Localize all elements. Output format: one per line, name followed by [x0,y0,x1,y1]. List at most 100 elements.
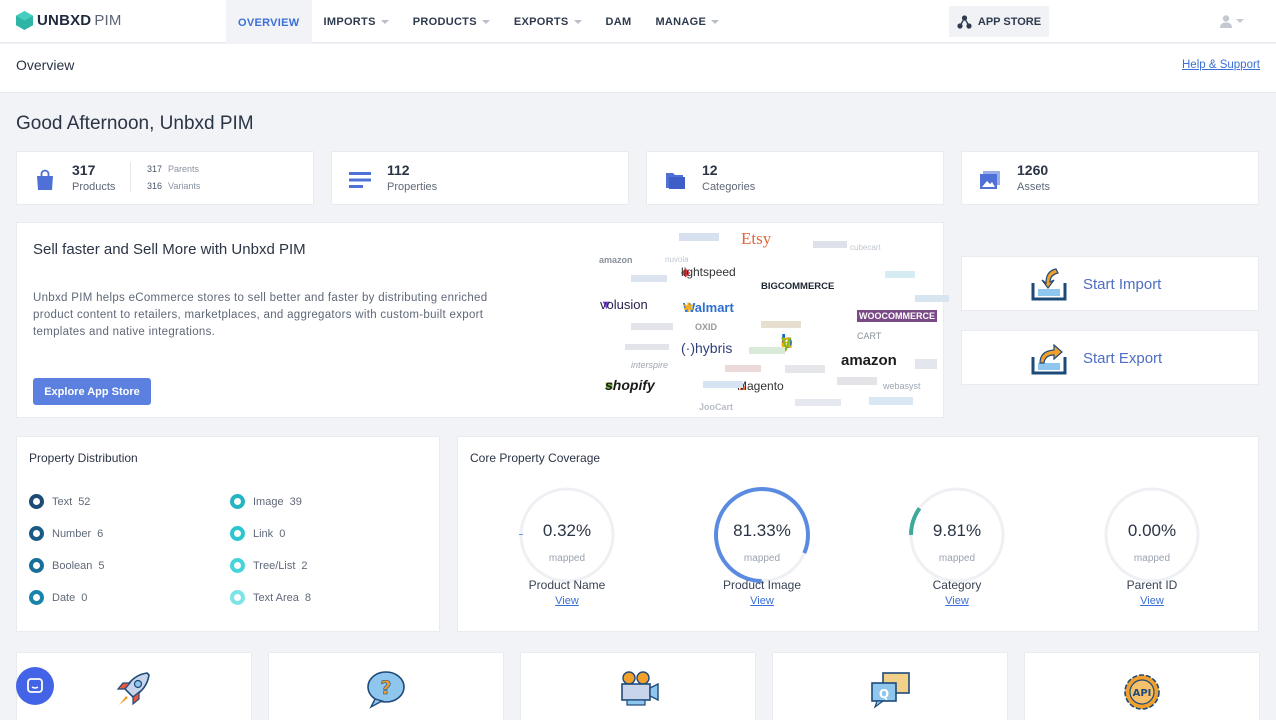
question-bubble-icon: ? [367,671,405,709]
coverage-percentage: 9.81% [932,521,982,540]
legend-item-text: Text 52 [29,494,90,509]
resource-card-api[interactable]: API [1024,652,1260,720]
view-link[interactable]: View [1100,595,1204,607]
faint-logo [679,233,719,241]
stat-card-categories[interactable]: 12 Categories [646,151,944,205]
amazon-logo: amazon [841,352,897,369]
core-property-coverage-card: Core Property Coverage 0.32% mapped Produc… [457,436,1259,632]
resource-card-videos[interactable] [520,652,756,720]
products-count: 317 [72,162,96,178]
legend-count: 0 [81,591,88,604]
coverage-property-name: Parent ID [1126,578,1178,592]
legend-item-date: Date 0 [29,590,87,605]
chat-launcher-button[interactable] [16,667,54,705]
logo-text: UNBXD PIM [37,12,122,29]
view-link[interactable]: View [710,595,814,607]
faint-logo [915,295,949,302]
legend-label: Image [253,495,284,508]
woocommerce-logo: WOOCOMMERCE [857,310,937,322]
legend-ring-icon [230,494,245,509]
legend-ring-icon [230,526,245,541]
categories-label: Categories [702,181,756,193]
mapped-label: mapped [548,553,586,564]
legend-item-number: Number 6 [29,526,103,541]
start-export-card[interactable]: Start Export [961,330,1259,385]
amazon-small-logo: amazon [599,255,633,265]
core-property-coverage-title: Core Property Coverage [470,451,601,465]
shopping-bag-icon [37,169,53,190]
chat-icon [27,678,43,693]
tab-imports[interactable]: IMPORTS [312,0,401,43]
mapped-label: mapped [938,553,976,564]
tab-products[interactable]: PRODUCTS [401,0,502,43]
etsy-logo: Etsy [741,229,772,248]
chevron-down-icon [380,19,389,24]
stat-card-products[interactable]: 317 Products 317 Parents 316 Variants [16,151,314,205]
stat-card-assets[interactable]: 1260 Assets [961,151,1259,205]
help-support-link[interactable]: Help & Support [1182,59,1260,71]
user-menu[interactable] [1219,14,1244,28]
variants-count: 316 [147,181,163,191]
svg-text:?: ? [380,677,391,699]
coverage-property-name: Product Name [528,578,606,592]
tab-manage[interactable]: MANAGE [643,0,731,43]
legend-ring-icon [29,590,44,605]
legend-item-text-area: Text Area 8 [230,590,311,605]
coverage-gauge-category: 9.81% mapped Category View [905,483,1009,607]
chevron-down-icon [573,19,582,24]
export-tray-icon [1031,343,1067,375]
faint-logo [795,399,841,406]
bigcommerce-logo: BIGCOMMERCE [761,281,835,292]
logo-suffix: PIM [94,12,122,29]
main-tabs: OVERVIEW IMPORTS PRODUCTS EXPORTS DAM MA… [226,0,731,43]
variants-label: Variants [168,181,201,191]
chevron-down-icon [1236,19,1244,23]
legend-item-image: Image 39 [230,494,302,509]
tab-label: IMPORTS [323,15,376,28]
faint-logo [749,347,785,354]
unbxd-logo[interactable]: UNBXD PIM [16,11,122,30]
resource-card-support[interactable]: Q [772,652,1008,720]
parents-stat: 317 Parents [147,164,199,174]
page-header: Overview Help & Support [0,44,1276,93]
start-import-card[interactable]: Start Import [961,256,1259,311]
resource-card-faq[interactable]: ? [268,652,504,720]
cart-logo: CART [857,331,882,341]
legend-label: Number [52,527,92,540]
legend-label: Link [253,527,274,540]
cubecart-logo: cubecart [850,243,881,252]
coverage-gauge-product-name: 0.32% mapped Product Name View [515,483,619,607]
faint-logo [631,275,667,282]
stat-card-properties[interactable]: 112 Properties [331,151,629,205]
svg-text:API: API [1133,688,1152,699]
rocket-icon [116,672,150,706]
import-tray-icon [1031,268,1067,301]
tab-exports[interactable]: EXPORTS [502,0,594,43]
start-export-label: Start Export [1083,350,1163,367]
faint-logo [885,271,915,278]
legend-item-link: Link 0 [230,526,285,541]
mapped-label: mapped [743,553,781,564]
view-link[interactable]: View [905,595,1009,607]
greeting-heading: Good Afternoon, Unbxd PIM [16,113,254,134]
app-store-button[interactable]: APP STORE [949,6,1049,37]
legend-label: Text Area [253,591,299,604]
explore-app-store-button[interactable]: Explore App Store [33,378,151,405]
properties-label: Properties [387,181,438,193]
user-avatar-icon [1220,15,1232,28]
interspire-logo: interspire [631,360,669,370]
tab-overview[interactable]: OVERVIEW [226,0,312,43]
mapped-label: mapped [1133,553,1171,564]
legend-ring-icon [230,590,245,605]
start-import-label: Start Import [1083,276,1162,293]
shopify-text: shopify [605,377,655,393]
coverage-gauge-parent-id: 0.00% mapped Parent ID View [1100,483,1204,607]
legend-label: Tree/List [253,559,296,572]
view-link[interactable]: View [515,595,619,607]
tab-dam[interactable]: DAM [594,0,644,43]
parents-count: 317 [147,164,163,174]
legend-item-boolean: Boolean 5 [29,558,105,573]
faint-logo [631,323,673,330]
categories-count: 12 [702,162,718,178]
variants-stat: 316 Variants [147,181,200,191]
